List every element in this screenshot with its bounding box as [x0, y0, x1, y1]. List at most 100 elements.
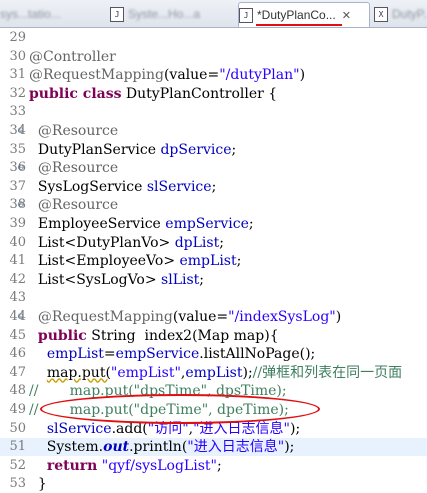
code-text: @Resource [29, 196, 118, 214]
code-line[interactable]: 47 map.put("empList",empList);//弹框和列表在同一… [0, 364, 427, 382]
code-text: @Resource [29, 159, 118, 177]
code-token: = [103, 346, 116, 363]
code-token: .listAllNoPage(); [199, 346, 316, 363]
line-number: 40 [9, 234, 26, 250]
line-number: 53 [9, 476, 26, 492]
code-text: map.put("empList",empList);//弹框和列表在同一页面 [29, 364, 402, 382]
code-token: "qyf/sysLogList" [101, 457, 217, 474]
code-token: ); [289, 420, 301, 437]
code-token: } [29, 476, 47, 493]
code-token: (value= [163, 67, 220, 84]
code-token: public class [29, 85, 122, 102]
annotation-circle [40, 394, 320, 424]
code-token: "/indexSysLog" [228, 309, 336, 325]
line-number: 47 [9, 364, 26, 380]
tab-sys[interactable]: sys...tatio... [0, 2, 108, 26]
code-line[interactable]: 33 [0, 103, 427, 121]
line-number: 37 [9, 178, 26, 194]
code-line[interactable]: 35 DutyPlanService dpService; [0, 141, 427, 159]
close-icon[interactable]: ✕ [342, 9, 351, 22]
code-text: public class DutyPlanController { [29, 85, 277, 103]
code-token: List<SysLogVo> [29, 271, 162, 288]
code-token: @Resource [29, 123, 119, 139]
code-text: @RequestMapping(value="/indexSysLog") [29, 308, 341, 326]
code-line[interactable]: 52 return "qyf/sysLogList"; [0, 457, 427, 475]
tab-underline-annotation [256, 24, 342, 26]
code-token: List<EmployeeVo> [29, 253, 180, 270]
code-line[interactable]: 44 ⊖ @RequestMapping(value="/indexSysLog"… [0, 308, 427, 326]
code-line[interactable]: 34 ⊖ @Resource [0, 122, 427, 140]
line-number: 46 [9, 346, 26, 362]
code-token: DutyPlanService [29, 141, 161, 158]
line-number: 29 [9, 30, 26, 45]
line-number: 30 [9, 48, 26, 64]
tab-label: Syste...Ho...a [128, 7, 201, 21]
code-line[interactable]: 36 ⊖ @Resource [0, 159, 427, 177]
code-line[interactable]: 45 public String index2(Map map){ [0, 327, 427, 345]
code-line[interactable]: 31 @RequestMapping(value="/dutyPlan") [0, 66, 427, 84]
code-line[interactable]: 40 List<DutyPlanVo> dpList; [0, 234, 427, 252]
code-text: @Resource [29, 122, 118, 140]
code-token: @Resource [29, 197, 119, 214]
code-line[interactable]: 51 System.out.println("进入日志信息"); [0, 438, 427, 457]
code-token: ) [299, 67, 306, 84]
line-number: 52 [9, 457, 26, 473]
code-token: ; [231, 141, 237, 158]
code-token: empList [185, 364, 243, 381]
code-line[interactable]: 42 List<SysLogVo> slList; [0, 271, 427, 289]
fold-toggle-icon[interactable]: ⊖ [17, 308, 25, 326]
code-token: ); [242, 364, 253, 381]
code-text: List<DutyPlanVo> dpList; [29, 234, 224, 252]
fold-toggle-icon[interactable]: ⊖ [17, 196, 25, 214]
line-number: 31 [9, 67, 26, 83]
code-text: @RequestMapping(value="/dutyPlan") [29, 66, 305, 84]
code-token: @RequestMapping [29, 309, 173, 325]
code-line[interactable]: 29 [0, 29, 427, 47]
code-token: "/dutyPlan" [219, 67, 300, 84]
tab-label: *DutyPlanCo... [257, 8, 336, 22]
code-token: List<DutyPlanVo> [29, 234, 175, 251]
code-token: ); [284, 439, 295, 456]
line-number: 42 [9, 271, 26, 287]
code-line[interactable]: 41 List<EmployeeVo> empList; [0, 252, 427, 270]
editor-tab-bar: sys...tatio... J Syste...Ho...a J *DutyP… [0, 0, 427, 28]
xml-file-icon: X [374, 6, 388, 22]
code-text: @Controller [29, 48, 116, 66]
tab-system-ho[interactable]: J Syste...Ho...a [110, 2, 234, 26]
tab-label: sys...tatio... [0, 7, 61, 21]
code-line[interactable]: 30 @Controller [0, 48, 427, 66]
fold-toggle-icon[interactable]: ⊖ [17, 122, 25, 140]
tab-dutyp-xml[interactable]: X DutyP... [374, 2, 427, 26]
code-line[interactable]: 38 ⊖ @Resource [0, 196, 427, 214]
code-line[interactable]: 37 SysLogService slService; [0, 178, 427, 196]
code-text: SysLogService slService; [29, 178, 216, 196]
code-line[interactable]: 43 [0, 289, 427, 307]
fold-toggle-icon[interactable]: ⊖ [17, 159, 25, 177]
code-token: ; [219, 234, 224, 251]
tab-label: DutyP... [392, 7, 427, 21]
code-token: "empList" [110, 364, 181, 381]
code-token: map.put( [46, 364, 111, 381]
code-token: empService [115, 346, 200, 363]
code-line[interactable]: 46 empList=empService.listAllNoPage(); [0, 345, 427, 363]
code-token: ; [236, 253, 242, 270]
line-number: 50 [9, 420, 26, 436]
code-token: ; [211, 178, 217, 195]
code-text: public String index2(Map map){ [29, 327, 279, 345]
code-line[interactable]: 39 EmployeeService empService; [0, 215, 427, 233]
java-file-icon: J [239, 7, 253, 23]
code-token: @Controller [29, 48, 116, 65]
code-line[interactable]: 53 } [0, 475, 427, 493]
code-line[interactable]: 32 public class DutyPlanController { [0, 85, 427, 103]
line-number: 35 [9, 141, 26, 157]
code-token: out [103, 439, 130, 456]
code-token: slService [146, 178, 212, 195]
code-token: ; [216, 457, 222, 474]
code-token: dpService [160, 141, 232, 158]
code-token: @RequestMapping [29, 67, 164, 84]
code-token: String index2(Map map){ [86, 327, 279, 344]
